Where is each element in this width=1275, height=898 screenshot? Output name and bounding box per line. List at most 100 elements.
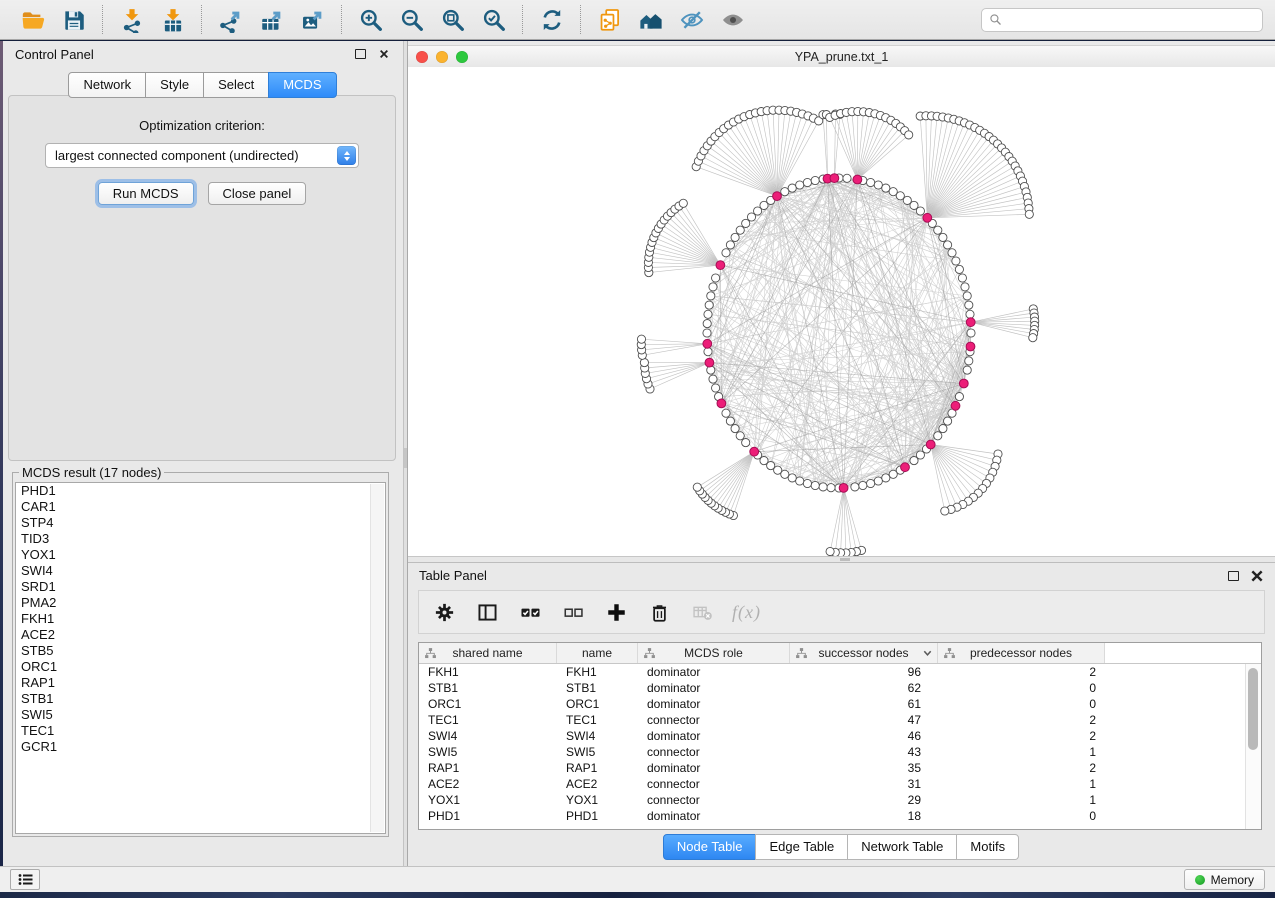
mcds-result-item[interactable]: ORC1: [16, 659, 385, 675]
cell-name[interactable]: SWI4: [557, 729, 638, 743]
float-panel-button[interactable]: [353, 47, 367, 61]
table-options-button[interactable]: [431, 599, 457, 625]
cell-name[interactable]: FKH1: [557, 665, 638, 679]
cell-shared-name[interactable]: FKH1: [419, 665, 557, 679]
cell-shared-name[interactable]: RAP1: [419, 761, 557, 775]
import-network-from-file-button[interactable]: [111, 3, 152, 36]
table-row[interactable]: PHD1PHD1dominator180: [419, 808, 1261, 824]
mcds-result-item[interactable]: CAR1: [16, 499, 385, 515]
unselect-all-rows-button[interactable]: [560, 599, 586, 625]
table-row[interactable]: ACE2ACE2connector311: [419, 776, 1261, 792]
search-box[interactable]: [981, 8, 1263, 32]
tab-select[interactable]: Select: [203, 72, 269, 98]
cell-MCDS-role[interactable]: connector: [638, 793, 790, 807]
delete-rows-button[interactable]: [646, 599, 672, 625]
cell-predecessor-nodes[interactable]: 2: [938, 665, 1105, 679]
mcds-result-item[interactable]: STB1: [16, 691, 385, 707]
mcds-result-item[interactable]: RAP1: [16, 675, 385, 691]
zoom-selected-region-button[interactable]: [473, 3, 514, 36]
cell-shared-name[interactable]: SWI5: [419, 745, 557, 759]
cell-predecessor-nodes[interactable]: 2: [938, 713, 1105, 727]
cell-predecessor-nodes[interactable]: 0: [938, 809, 1105, 823]
mcds-result-list[interactable]: PHD1CAR1STP4TID3YOX1SWI4SRD1PMA2FKH1ACE2…: [15, 482, 386, 834]
table-scrollbar-thumb[interactable]: [1248, 668, 1258, 750]
cell-successor-nodes[interactable]: 43: [790, 745, 938, 759]
cell-MCDS-role[interactable]: dominator: [638, 665, 790, 679]
tab-edge-table[interactable]: Edge Table: [755, 834, 848, 860]
tab-network[interactable]: Network: [68, 72, 146, 98]
mcds-result-item[interactable]: PHD1: [16, 483, 385, 499]
cell-shared-name[interactable]: SWI4: [419, 729, 557, 743]
mcds-result-item[interactable]: PMA2: [16, 595, 385, 611]
column-header-predecessor-nodes[interactable]: predecessor nodes: [938, 643, 1105, 663]
table-row[interactable]: YOX1YOX1connector291: [419, 792, 1261, 808]
hide-selected-button[interactable]: [671, 3, 712, 36]
zoom-in-button[interactable]: [350, 3, 391, 36]
cell-successor-nodes[interactable]: 62: [790, 681, 938, 695]
cell-shared-name[interactable]: ORC1: [419, 697, 557, 711]
close-panel-button[interactable]: [377, 47, 391, 61]
run-mcds-button[interactable]: Run MCDS: [98, 182, 194, 205]
table-row[interactable]: ORC1ORC1dominator610: [419, 696, 1261, 712]
cell-name[interactable]: YOX1: [557, 793, 638, 807]
mcds-result-item[interactable]: STB5: [16, 643, 385, 659]
cell-successor-nodes[interactable]: 35: [790, 761, 938, 775]
cell-MCDS-role[interactable]: dominator: [638, 681, 790, 695]
panel-menu-button[interactable]: [10, 869, 40, 890]
column-header-shared-name[interactable]: shared name: [419, 643, 557, 663]
zoom-out-button[interactable]: [391, 3, 432, 36]
cell-shared-name[interactable]: YOX1: [419, 793, 557, 807]
add-row-button[interactable]: [603, 599, 629, 625]
cell-MCDS-role[interactable]: dominator: [638, 697, 790, 711]
select-all-rows-button[interactable]: [517, 599, 543, 625]
mcds-result-item[interactable]: SWI4: [16, 563, 385, 579]
cell-name[interactable]: STB1: [557, 681, 638, 695]
column-header-name[interactable]: name: [557, 643, 638, 663]
cell-name[interactable]: RAP1: [557, 761, 638, 775]
import-table-from-file-button[interactable]: [152, 3, 193, 36]
mcds-result-item[interactable]: SWI5: [16, 707, 385, 723]
horizontal-splitter-handle[interactable]: [840, 558, 850, 561]
cell-predecessor-nodes[interactable]: 1: [938, 777, 1105, 791]
cell-MCDS-role[interactable]: connector: [638, 713, 790, 727]
column-header-successor-nodes[interactable]: successor nodes: [790, 643, 938, 663]
table-scrollbar[interactable]: [1245, 664, 1261, 829]
cell-shared-name[interactable]: TEC1: [419, 713, 557, 727]
cell-successor-nodes[interactable]: 46: [790, 729, 938, 743]
mcds-result-item[interactable]: FKH1: [16, 611, 385, 627]
cell-predecessor-nodes[interactable]: 1: [938, 745, 1105, 759]
cell-successor-nodes[interactable]: 18: [790, 809, 938, 823]
cell-MCDS-role[interactable]: connector: [638, 777, 790, 791]
show-columns-button[interactable]: [474, 599, 500, 625]
column-header-MCDS-role[interactable]: MCDS role: [638, 643, 790, 663]
cell-shared-name[interactable]: STB1: [419, 681, 557, 695]
cell-predecessor-nodes[interactable]: 1: [938, 793, 1105, 807]
cell-successor-nodes[interactable]: 47: [790, 713, 938, 727]
mcds-list-scrollbar[interactable]: [370, 484, 384, 832]
optimization-criterion-select[interactable]: largest connected component (undirected): [45, 143, 359, 168]
cell-successor-nodes[interactable]: 61: [790, 697, 938, 711]
apply-preferred-layout-button[interactable]: [531, 3, 572, 36]
cell-successor-nodes[interactable]: 29: [790, 793, 938, 807]
table-row[interactable]: TEC1TEC1connector472: [419, 712, 1261, 728]
cell-shared-name[interactable]: ACE2: [419, 777, 557, 791]
close-table-panel-button[interactable]: [1250, 569, 1264, 583]
vertical-splitter-handle[interactable]: [404, 448, 407, 468]
table-row[interactable]: STB1STB1dominator620: [419, 680, 1261, 696]
cell-MCDS-role[interactable]: connector: [638, 745, 790, 759]
mcds-result-item[interactable]: GCR1: [16, 739, 385, 755]
cell-name[interactable]: SWI5: [557, 745, 638, 759]
first-neighbors-button[interactable]: [630, 3, 671, 36]
network-graph[interactable]: [408, 67, 1275, 556]
cell-predecessor-nodes[interactable]: 2: [938, 761, 1105, 775]
tab-motifs[interactable]: Motifs: [956, 834, 1019, 860]
cell-predecessor-nodes[interactable]: 0: [938, 681, 1105, 695]
cell-successor-nodes[interactable]: 96: [790, 665, 938, 679]
search-input[interactable]: [1007, 12, 1255, 28]
cell-MCDS-role[interactable]: dominator: [638, 761, 790, 775]
clone-network-button[interactable]: [589, 3, 630, 36]
cell-successor-nodes[interactable]: 31: [790, 777, 938, 791]
mcds-result-item[interactable]: SRD1: [16, 579, 385, 595]
float-table-panel-button[interactable]: [1226, 569, 1240, 583]
cell-name[interactable]: PHD1: [557, 809, 638, 823]
